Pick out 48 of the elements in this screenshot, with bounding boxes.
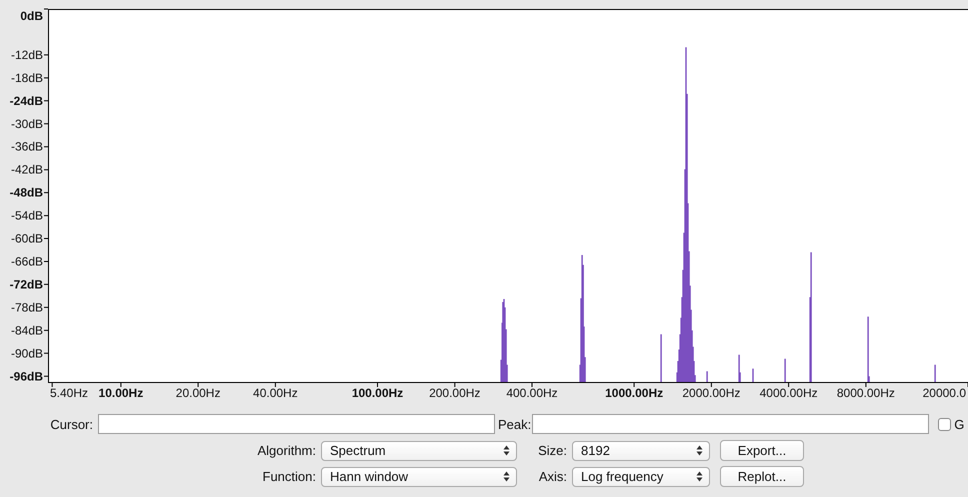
x-tick-label: 4000.00Hz <box>760 386 818 400</box>
grid-label: G <box>954 416 964 432</box>
export-button[interactable]: Export... <box>720 440 804 461</box>
x-tick-label: 5.40Hz <box>50 386 88 400</box>
y-tick-label: -60dB <box>10 232 43 246</box>
y-tick-label: 0dB <box>20 9 43 23</box>
x-tick-label: 20000.0 <box>922 386 966 400</box>
y-tick-label: -72dB <box>10 277 43 292</box>
peak-field[interactable] <box>532 414 930 434</box>
function-label: Function: <box>262 469 316 484</box>
x-tick-label: 100.00Hz <box>352 386 404 400</box>
y-tick-label: -66dB <box>10 254 43 268</box>
x-tick-label: 200.00Hz <box>429 386 480 400</box>
function-select[interactable]: Hann window <box>321 466 517 486</box>
axis-select[interactable]: Log frequency <box>572 466 710 486</box>
x-tick-label: 20.00Hz <box>176 386 220 400</box>
y-tick-label: -96dB <box>10 369 43 384</box>
y-tick-label: -90dB <box>10 346 43 360</box>
up-down-arrows-icon <box>696 445 703 456</box>
y-tick-label: -42dB <box>10 162 43 177</box>
size-label: Size: <box>537 443 567 458</box>
up-down-arrows-icon <box>503 471 510 482</box>
grid-checkbox[interactable] <box>938 418 952 430</box>
x-tick-label: 10.00Hz <box>98 386 144 400</box>
up-down-arrows-icon <box>696 471 703 482</box>
algorithm-label: Algorithm: <box>256 443 316 458</box>
y-tick-label: -18dB <box>10 70 43 85</box>
algorithm-select[interactable]: Spectrum <box>321 440 517 460</box>
y-tick-label: -12dB <box>10 48 43 62</box>
peak-label: Peak: <box>498 416 532 432</box>
y-tick-label: -24dB <box>10 94 43 108</box>
x-tick-label: 400.00Hz <box>506 386 558 400</box>
y-tick-label: -84dB <box>10 323 43 338</box>
x-tick-label: 40.00Hz <box>253 386 298 400</box>
y-tick-label: -36dB <box>10 140 43 154</box>
y-tick-label: -54dB <box>10 208 43 223</box>
replot-button[interactable]: Replot... <box>720 466 804 487</box>
cursor-label: Cursor: <box>49 416 93 432</box>
x-tick-label: 1000.00Hz <box>605 386 664 400</box>
y-tick-label: -48dB <box>10 186 43 200</box>
y-tick-label: -78dB <box>10 300 43 314</box>
y-tick-label: -30dB <box>10 116 43 131</box>
x-tick-label: 2000.00Hz <box>682 386 740 400</box>
cursor-field[interactable] <box>98 414 495 434</box>
up-down-arrows-icon <box>503 445 510 456</box>
axis-label: Axis: <box>538 469 567 484</box>
size-select[interactable]: 8192 <box>572 440 710 460</box>
x-tick-label: 8000.00Hz <box>836 386 895 400</box>
